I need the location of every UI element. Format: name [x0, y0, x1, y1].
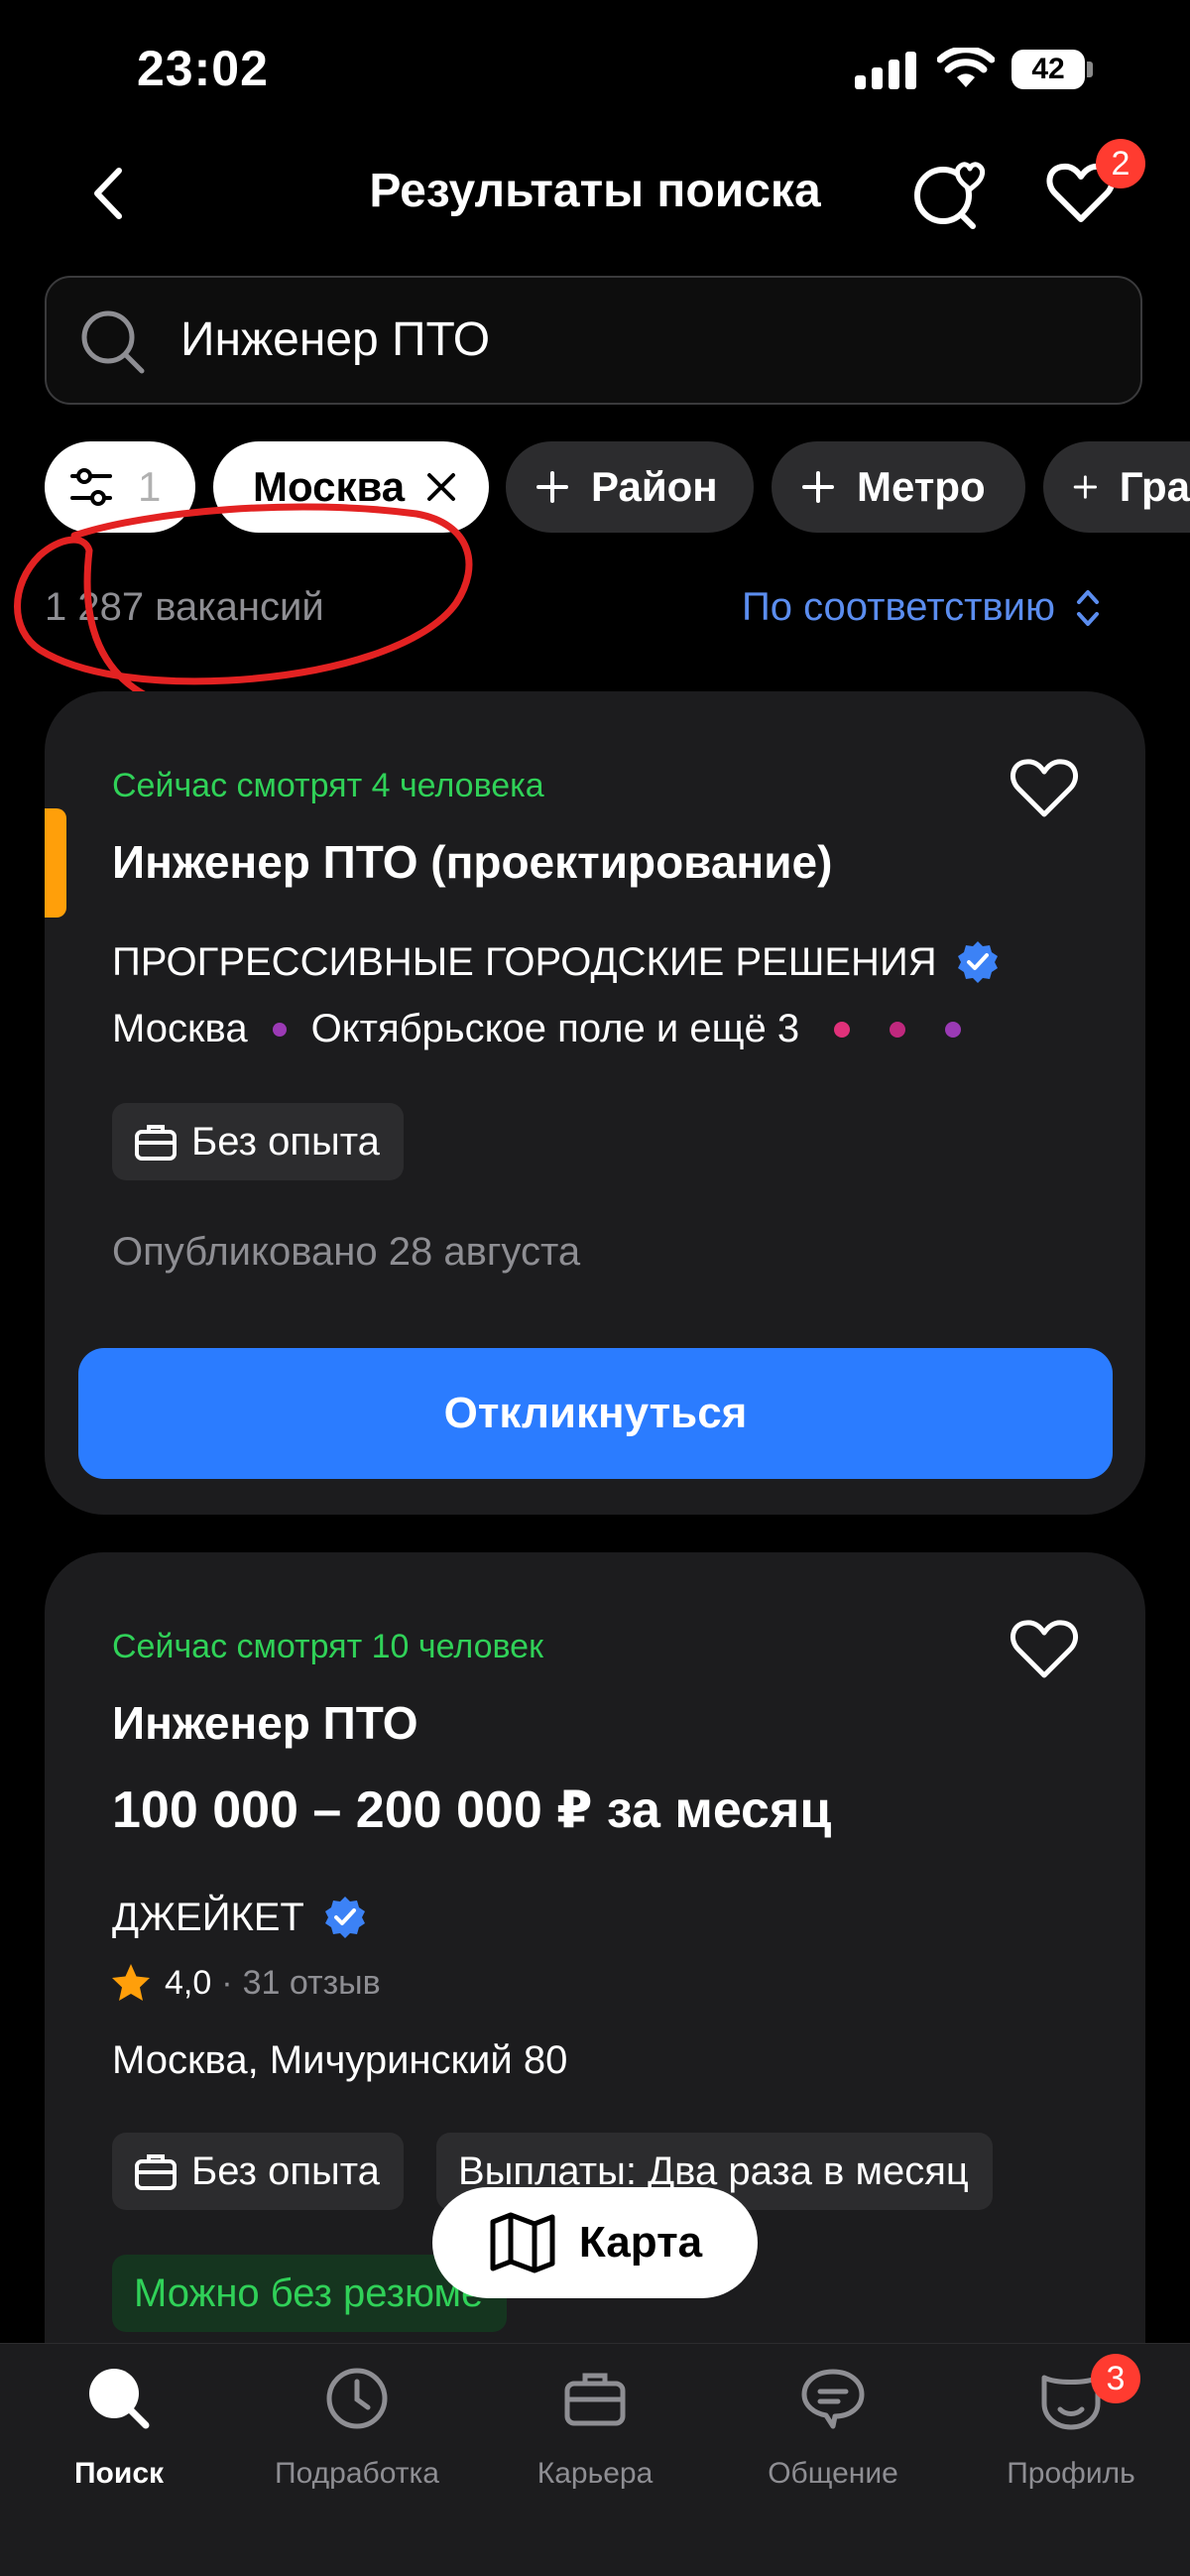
company-name-text: ДЖЕЙКЕТ [112, 1895, 304, 1939]
search-icon [89, 2369, 150, 2429]
no-resume-text: Можно без резюме [134, 2270, 484, 2315]
page-title: Результаты поиска [369, 165, 821, 217]
apply-button-label: Откликнуться [443, 1389, 748, 1437]
tab-part-time-label: Подработка [275, 2457, 439, 2490]
experience-tag: Без опыта [112, 1103, 404, 1180]
chat-bubble-icon [801, 2369, 865, 2429]
tab-search-label: Поиск [73, 2457, 165, 2490]
chip-schedule[interactable]: Гра [1043, 441, 1190, 533]
cellular-signal-icon [855, 52, 918, 89]
reviews-count: 31 отзыв [242, 1963, 381, 2002]
location-line: Москва Октябрьское поле и ещё 3 [112, 1007, 962, 1051]
metro-dot-icon [272, 1022, 287, 1037]
battery-tip [1087, 61, 1093, 77]
plus-icon [802, 471, 834, 503]
viewers-count: Сейчас смотрят 4 человека [112, 767, 544, 804]
status-time: 23:02 [137, 41, 269, 96]
map-icon [490, 2212, 555, 2273]
tab-career-label: Карьера [536, 2457, 654, 2490]
chip-metro[interactable]: Метро [772, 441, 1025, 533]
metro-dot-icon [945, 1021, 962, 1038]
company-name[interactable]: ДЖЕЙКЕТ [112, 1895, 368, 1940]
map-button-label: Карта [578, 2218, 703, 2267]
tab-profile[interactable]: 3 Профиль [952, 2344, 1190, 2542]
highlight-marker [45, 808, 66, 918]
favorite-heart-icon[interactable] [1007, 753, 1082, 822]
search-field[interactable]: Инженер ПТО [45, 276, 1142, 405]
job-title[interactable]: Инженер ПТО [112, 1696, 417, 1750]
salary: 100 000 – 200 000 ₽ за месяц [112, 1781, 832, 1839]
job-title[interactable]: Инженер ПТО (проектирование) [112, 835, 832, 889]
star-icon [112, 1964, 150, 2001]
experience-tag: Без опыта [112, 2133, 404, 2210]
chip-district-label: Район [591, 463, 718, 510]
metro-stations: Октябрьское поле и ещё 3 [310, 1007, 800, 1050]
published-date: Опубликовано 28 августа [112, 1230, 581, 1274]
wifi-icon [937, 48, 995, 87]
verified-badge-icon [324, 1897, 365, 1938]
sort-chevrons-icon [1077, 589, 1099, 626]
sort-dropdown[interactable]: По соответствию [742, 585, 1103, 630]
favorite-heart-icon[interactable] [1007, 1614, 1082, 1683]
tab-chat[interactable]: Общение [714, 2344, 952, 2542]
tab-search[interactable]: Поиск [0, 2344, 238, 2542]
company-name[interactable]: ПРОГРЕССИВНЫЕ ГОРОДСКИЕ РЕШЕНИЯ [112, 939, 1001, 985]
experience-text: Без опыта [191, 2148, 380, 2193]
tab-profile-label: Профиль [1007, 2457, 1135, 2490]
chip-schedule-label: Гра [1119, 463, 1190, 510]
bottom-tab-bar: Поиск Подработка Карьера Общение 3 Профи… [0, 2343, 1190, 2576]
favorites-badge: 2 [1096, 139, 1145, 188]
briefcase-icon [564, 2373, 626, 2426]
metro-dot-icon [890, 1021, 906, 1038]
battery-indicator: 42 [1012, 50, 1085, 89]
rating-value: 4,0 [165, 1963, 212, 2002]
briefcase-icon [135, 1125, 177, 1161]
viewers-count: Сейчас смотрят 10 человек [112, 1628, 543, 1665]
plus-icon [1073, 475, 1098, 499]
metro-dot-icon [834, 1021, 851, 1038]
city: Москва [112, 1007, 248, 1050]
red-circle-annotation [14, 503, 473, 698]
verified-badge-icon [957, 941, 998, 983]
chip-metro-label: Метро [857, 463, 986, 510]
clock-icon [326, 2368, 388, 2429]
briefcase-icon [135, 2154, 177, 2190]
experience-text: Без опыта [191, 1119, 380, 1164]
address: Москва, Мичуринский 80 [112, 2038, 568, 2082]
apply-button[interactable]: Откликнуться [78, 1348, 1113, 1479]
tab-career[interactable]: Карьера [476, 2344, 714, 2542]
profile-badge: 3 [1091, 2354, 1140, 2403]
saved-search-heart-icon[interactable] [907, 154, 987, 233]
rating-separator: · [221, 1963, 233, 2002]
search-input[interactable]: Инженер ПТО [180, 312, 490, 367]
back-button[interactable] [79, 159, 139, 228]
tab-chat-label: Общение [768, 2457, 898, 2490]
tab-part-time[interactable]: Подработка [238, 2344, 476, 2542]
rating-line[interactable]: 4,0 · 31 отзыв [109, 1961, 381, 2005]
map-button[interactable]: Карта [432, 2187, 758, 2298]
search-icon [81, 310, 145, 374]
sort-label: По соответствию [742, 585, 1055, 629]
plus-icon [536, 471, 568, 503]
chip-district[interactable]: Район [506, 441, 754, 533]
company-name-text: ПРОГРЕССИВНЫЕ ГОРОДСКИЕ РЕШЕНИЯ [112, 939, 937, 984]
vacancy-card-1[interactable]: Сейчас смотрят 4 человека Инженер ПТО (п… [45, 691, 1145, 1515]
